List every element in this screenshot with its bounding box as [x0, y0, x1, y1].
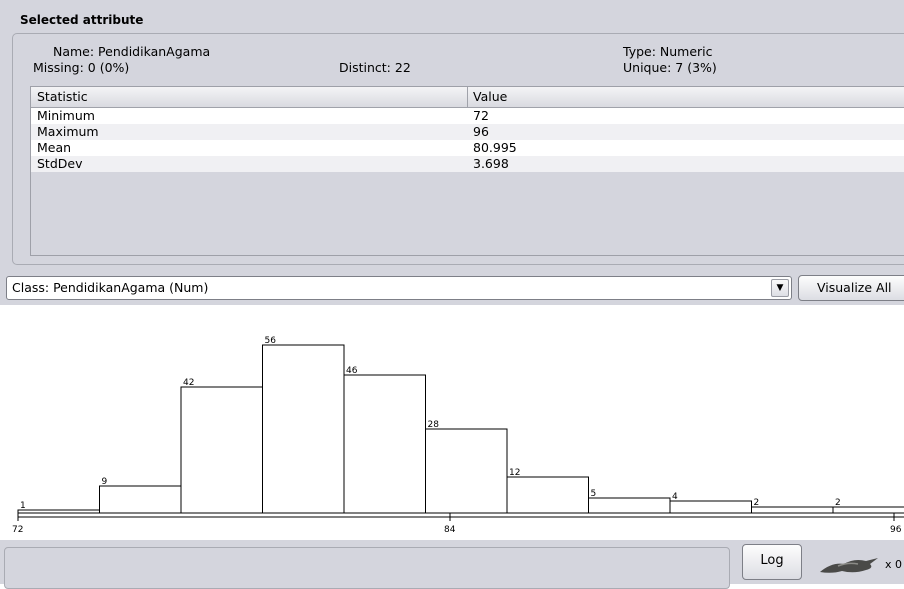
stat-name: Mean — [37, 140, 72, 155]
histogram-bar — [425, 428, 508, 514]
table-row[interactable]: Maximum 96 — [31, 124, 904, 140]
class-dropdown[interactable]: Class: PendidikanAgama (Num) ▼ — [6, 276, 792, 300]
stat-value: 3.698 — [473, 156, 509, 171]
bar-count-label: 42 — [183, 378, 194, 388]
attribute-distinct: Distinct: 22 — [339, 60, 411, 75]
chevron-down-icon[interactable]: ▼ — [771, 279, 789, 297]
attribute-name: Name: PendidikanAgama — [53, 44, 211, 59]
status-bar: Log x 0 — [0, 540, 904, 589]
histogram-bar — [343, 374, 426, 514]
selected-attribute-panel: Name: PendidikanAgama Type: Numeric Miss… — [12, 33, 904, 265]
attribute-type: Type: Numeric — [623, 44, 713, 59]
log-button[interactable]: Log — [742, 544, 802, 580]
x-tick-label: 84 — [444, 525, 456, 535]
histogram-bar — [262, 344, 345, 514]
stat-name: Minimum — [37, 108, 95, 123]
histogram-bar — [17, 509, 100, 514]
table-row[interactable]: Minimum 72 — [31, 108, 904, 124]
table-row[interactable]: Mean 80.995 — [31, 140, 904, 156]
statistics-table: Statistic Value Minimum 72 Maximum 96 Me… — [30, 86, 904, 256]
x-tick-label: 96 — [890, 525, 902, 535]
table-header: Statistic Value — [31, 87, 904, 108]
histogram-bar — [506, 476, 589, 514]
visualize-all-label: Visualize All — [817, 280, 892, 295]
x-tick-label: 72 — [12, 525, 23, 535]
bar-count-label: 9 — [102, 477, 108, 487]
stat-name: Maximum — [37, 124, 99, 139]
attribute-missing: Missing: 0 (0%) — [33, 60, 130, 75]
bar-count-label: 2 — [754, 498, 760, 508]
log-button-label: Log — [760, 553, 784, 568]
bar-count-label: 1 — [20, 501, 26, 511]
histogram-bar — [669, 500, 752, 514]
table-row[interactable]: StdDev 3.698 — [31, 156, 904, 172]
histogram-bar — [832, 506, 904, 514]
bar-count-label: 46 — [346, 366, 358, 376]
stat-value: 72 — [473, 108, 489, 123]
histogram-bar — [751, 506, 834, 514]
panel-title: Selected attribute — [20, 13, 144, 27]
bar-count-label: 28 — [428, 420, 440, 430]
bar-count-label: 56 — [265, 336, 277, 346]
class-dropdown-value: Class: PendidikanAgama (Num) — [12, 280, 209, 295]
attribute-unique: Unique: 7 (3%) — [623, 60, 717, 75]
stat-value: 80.995 — [473, 140, 517, 155]
bar-count-label: 5 — [591, 489, 597, 499]
stat-name: StdDev — [37, 156, 83, 171]
column-header-value[interactable]: Value — [473, 89, 507, 104]
bar-count-label: 2 — [835, 498, 841, 508]
bar-count-label: 4 — [672, 492, 678, 502]
status-message-box — [4, 547, 730, 589]
weka-bird-icon — [820, 558, 878, 573]
status-count: x 0 — [885, 558, 903, 571]
histogram-bar — [99, 485, 182, 514]
histogram-chart: 1 9 42 56 46 28 12 5 4 2 2 72 84 96 — [0, 305, 904, 540]
bar-count-label: 12 — [509, 468, 520, 478]
stat-value: 96 — [473, 124, 489, 139]
histogram-bar — [588, 497, 671, 514]
attribute-panel-area: Selected attribute Name: PendidikanAgama… — [0, 0, 904, 305]
histogram-bar — [180, 386, 263, 514]
histogram-svg: 1942564628125 42 272 84 96 — [12, 336, 904, 535]
visualize-all-button[interactable]: Visualize All — [798, 275, 904, 301]
column-header-statistic[interactable]: Statistic — [37, 89, 88, 104]
